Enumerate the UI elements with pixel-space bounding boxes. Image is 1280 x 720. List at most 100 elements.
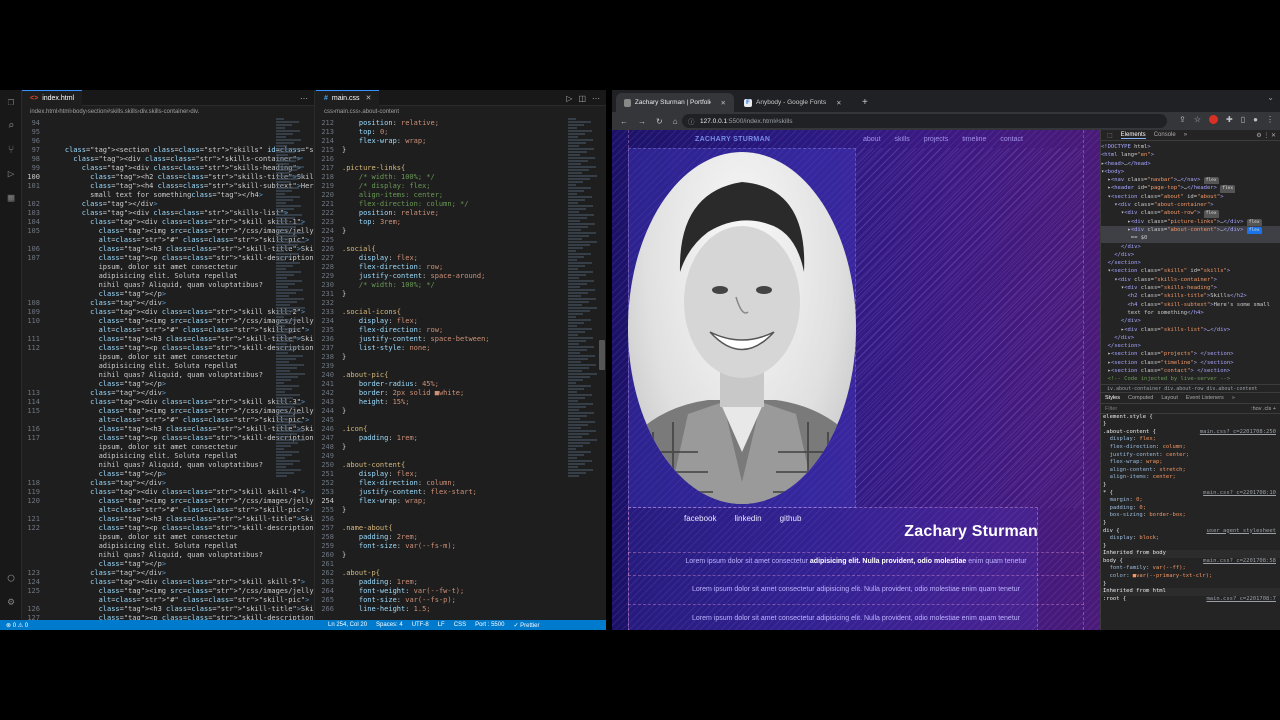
dom-node[interactable]: <!DOCTYPE html> [1101,143,1280,151]
code-line[interactable]: 225 [316,236,606,245]
style-rule-line[interactable]: color: ■var(--primary-txt-clr); [1101,573,1280,581]
code-line[interactable]: 230 /* width: 100%; */ [316,281,606,290]
indentation[interactable]: Spaces: 4 [376,622,403,629]
account-icon[interactable]: ◯ [0,566,22,590]
code-line[interactable]: class="tag"></p> [22,560,314,569]
dom-node[interactable]: == $0 [1101,234,1280,243]
code-line[interactable]: 233 .social-icons{ [316,308,606,317]
code-line[interactable]: 103 class="tag"><div class=class="str">"… [22,209,314,218]
prettier-status[interactable]: ✓ Prettier [513,622,539,629]
dom-node[interactable]: ▸<nav class="navbar">…</nav> flex [1101,176,1280,185]
breadcrumb-item[interactable]: .about-content [361,109,399,115]
tab-elements[interactable]: Elements [1120,132,1146,139]
code-line[interactable]: nihil quas? Aliquid, quam voluptatibus? [22,281,314,290]
rule-source-link[interactable]: main.css?_c=2201708:250 [1200,429,1280,437]
dom-node[interactable]: ▾<section class="skills" id="skills"> [1101,267,1280,275]
profile-icon[interactable]: ● [1253,115,1258,124]
code-line[interactable]: alt=class="str">"#" class=class="str">"s… [22,236,314,245]
breadcrumb-item[interactable]: section#skills.skills [88,109,138,115]
breadcrumb-item[interactable]: div.skills-container [140,109,189,115]
code-line[interactable]: 123 class="tag"></div> [22,569,314,578]
flex-badge[interactable]: flex [1203,210,1219,218]
code-line[interactable]: small text for somethingclass="tag"></h4… [22,191,314,200]
site-info-icon[interactable]: ⓘ [688,116,695,126]
code-line[interactable]: 237 list-style: none; [316,344,606,353]
code-line[interactable]: 97 class="tag"><section class=class="str… [22,146,314,155]
more-tabs[interactable]: » [1232,395,1235,401]
code-line[interactable]: 102 class="tag"></div> [22,200,314,209]
devtools-settings-icon[interactable]: ⚙ ⋮ ✕ [1256,132,1280,139]
code-line[interactable]: 232 [316,299,606,308]
dom-node[interactable]: text for something</h4> [1101,309,1280,317]
rule-source-link[interactable]: main.css?_c=2201708:10 [1203,490,1280,498]
code-line[interactable]: 108 class="tag"></div> [22,299,314,308]
code-line[interactable]: 122 class="tag"><p class=class="str">"sk… [22,524,314,533]
code-line[interactable]: 109 class="tag"><div class=class="str">"… [22,308,314,317]
language-mode[interactable]: CSS [454,622,466,629]
share-icon[interactable]: ⇪ [1179,115,1186,124]
code-line[interactable]: 259 font-size: var(--fs-m); [316,542,606,551]
code-line[interactable]: 125 class="tag"><img src=class="str">"/c… [22,587,314,596]
breadcrumb-item[interactable]: html [59,109,70,115]
style-rule-line[interactable]: box-sizing: border-box; [1101,512,1280,520]
dom-node[interactable]: <html lang="en"> [1101,151,1280,159]
code-line[interactable]: 249 [316,452,606,461]
dom-node[interactable]: <h4 class="skill-subtext">Here's some sm… [1101,301,1280,309]
code-line[interactable]: 229 justify-content: space-around; [316,272,606,281]
dom-node[interactable]: ▾<div class="skills-container"> [1101,276,1280,284]
tab-main-css[interactable]: # main.css ✕ [316,89,380,106]
code-line[interactable]: nihil quas? Aliquid, quam voluptatibus? [22,461,314,470]
code-line[interactable]: 265 font-size: var(--fs-p); [316,596,606,605]
tab-google-fonts[interactable]: F Anybody - Google Fonts ✕ [736,93,856,112]
code-line[interactable]: 98 class="tag"><div class=class="str">"s… [22,155,314,164]
code-line[interactable]: 235 flex-direction: row; [316,326,606,335]
code-line[interactable]: 212 position: relative; [316,119,606,128]
style-rule-line[interactable]: justify-content: center; [1101,452,1280,460]
style-rule-line[interactable]: display: flex; [1101,436,1280,444]
tab-computed[interactable]: Computed [1128,395,1153,401]
search-icon[interactable]: ⌕ [0,114,22,138]
more-tabs[interactable]: » [1184,132,1187,138]
dom-node[interactable]: ▾<div class="about-row"> flex [1101,209,1280,218]
code-line[interactable]: 256 [316,515,606,524]
rule-source-link[interactable]: main.css?_c=2201708:7 [1206,596,1280,604]
bookmark-star-icon[interactable]: ☆ [1194,115,1201,124]
code-line[interactable]: adipisicing elit. Soluta repellat [22,362,314,371]
code-line[interactable]: ipsum, dolor sit amet consectetur [22,443,314,452]
code-line[interactable]: 111 class="tag"><h3 class=class="str">"s… [22,335,314,344]
split-editor-icon[interactable]: ◫ [578,94,586,103]
close-tab-icon[interactable]: ✕ [721,99,726,107]
flex-badge[interactable]: flex [1203,177,1219,185]
code-line[interactable]: 244} [316,407,606,416]
code-line[interactable]: 213 top: 0; [316,128,606,137]
code-line[interactable]: 105 class="tag"><img src=class="str">"/c… [22,227,314,236]
code-line[interactable]: 110 class="tag"><img src=class="str">"/c… [22,317,314,326]
extensions-icon[interactable]: ▦ [0,186,22,210]
dom-node[interactable]: </section> [1101,342,1280,350]
nav-contact[interactable]: contact [1000,136,1023,143]
code-line[interactable]: ipsum, dolor sit amet consectetur [22,533,314,542]
code-line[interactable]: class="tag"></p> [22,470,314,479]
dom-node[interactable]: ▾<div class="skills-heading"> [1101,284,1280,292]
code-line[interactable]: 257 .name-about{ [316,524,606,533]
code-line[interactable]: alt=class="str">"#" class=class="str">"s… [22,596,314,605]
explorer-icon[interactable]: ❐ [0,90,22,114]
dom-tree[interactable]: <!DOCTYPE html> <html lang="en"> ▸<head>…<… [1101,141,1280,384]
filter-actions[interactable]: :hov .cls + [1251,404,1280,414]
encoding[interactable]: UTF-8 [412,622,429,629]
code-line[interactable]: ipsum, dolor sit amet consectetur [22,263,314,272]
dom-node[interactable]: </section> [1101,259,1280,267]
github-link[interactable]: github [780,514,802,523]
code-line[interactable]: class="tag"></p> [22,380,314,389]
dom-node[interactable]: ▸<header id="page-top">…</header> flex [1101,184,1280,193]
code-line[interactable]: 236 justify-content: space-between; [316,335,606,344]
breadcrumb-item[interactable]: div. [190,109,199,115]
code-line[interactable]: 243 height: 15%; [316,398,606,407]
code-line[interactable]: 119 class="tag"><div class=class="str">"… [22,488,314,497]
code-line[interactable]: 247 padding: 1rem; [316,434,606,443]
code-line[interactable]: 228 flex-direction: row; [316,263,606,272]
tab-event-listeners[interactable]: Event Listeners [1186,395,1224,401]
site-brand[interactable]: ZACHARY STURMAN [695,136,770,143]
dom-node[interactable]: </div> [1101,251,1280,259]
tab-layout[interactable]: Layout [1161,395,1178,401]
